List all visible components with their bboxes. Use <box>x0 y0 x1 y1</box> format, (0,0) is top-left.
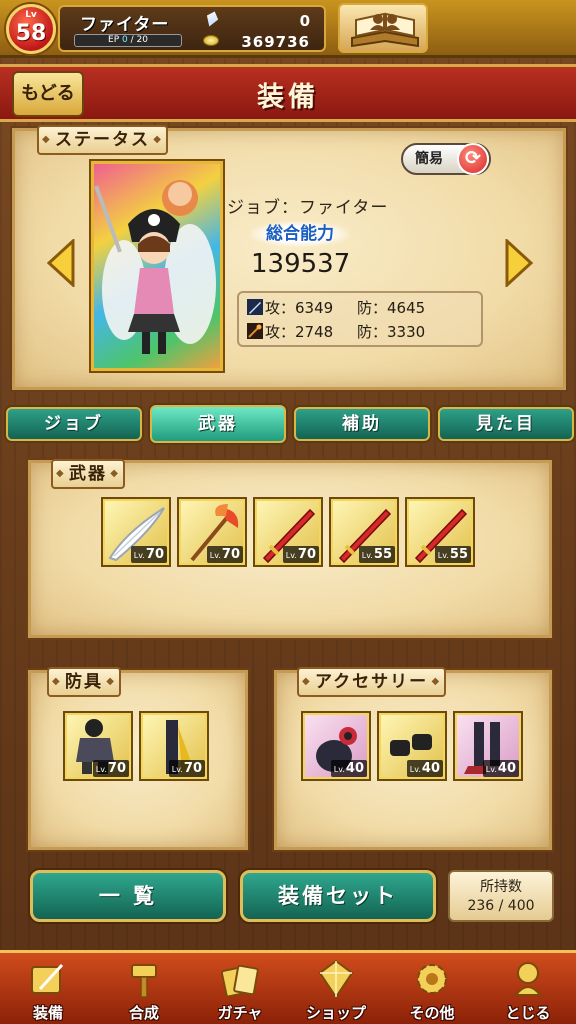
simple-view-toggle[interactable]: 簡易 ⟳ <box>401 143 491 175</box>
close-icon <box>513 962 543 996</box>
nav-close[interactable]: とじる <box>480 953 576 1024</box>
page-title: 装備 <box>257 82 319 113</box>
simple-label: 簡易 <box>415 151 443 167</box>
player-level-badge: Lv 58 <box>6 4 56 54</box>
sword-icon <box>247 299 263 315</box>
friend-book-icon <box>351 12 419 48</box>
nav-other[interactable]: その他 <box>384 953 480 1024</box>
friend-book-button[interactable] <box>338 3 428 53</box>
status-section-label: ステータス <box>37 125 168 155</box>
weapon-level-badge: Lv.55 <box>434 546 471 563</box>
accessory-slot-3[interactable]: Lv.40 <box>453 711 523 781</box>
player-info-panel: ファイター EP 0 / 20 0 369736 <box>58 5 326 52</box>
stat-box: 攻：6349 防：4645 攻：2748 防：3330 <box>237 291 483 347</box>
owned-count-label: 所持数 <box>480 879 522 895</box>
accessory-slot-2[interactable]: Lv.40 <box>377 711 447 781</box>
weapon-level-badge: Lv.70 <box>282 546 319 563</box>
tab-appearance[interactable]: 見た目 <box>438 407 574 441</box>
level-value: 58 <box>15 21 47 46</box>
physical-defense: 防：4645 <box>357 299 426 317</box>
weapon-slot-2[interactable]: Lv.70 <box>177 497 247 567</box>
armor-level-badge: Lv.70 <box>168 760 205 777</box>
total-power-label: 総合能力 <box>250 221 350 247</box>
hud-job-name: ファイター <box>80 15 170 35</box>
weapon-level-badge: Lv.55 <box>358 546 395 563</box>
job-line: ジョブ：ファイター <box>227 198 389 218</box>
nav-gacha[interactable]: ガチャ <box>192 953 288 1024</box>
weapon-level-badge: Lv.70 <box>206 546 243 563</box>
top-hud: Lv 58 ファイター EP 0 / 20 0 369736 <box>0 0 576 58</box>
armor-level-badge: Lv.70 <box>92 760 129 777</box>
weapon-slot-3[interactable]: Lv.70 <box>253 497 323 567</box>
hammer-icon <box>131 964 157 998</box>
character-avatar-icon <box>94 180 216 354</box>
armor-slot-1[interactable]: Lv.70 <box>63 711 133 781</box>
nav-equip[interactable]: 装備 <box>0 953 96 1024</box>
ep-max: / 20 <box>130 35 148 45</box>
tab-support[interactable]: 補助 <box>294 407 430 441</box>
equipment-set-button[interactable]: 装備セット <box>240 870 436 922</box>
equip-icon <box>31 963 64 994</box>
tab-job[interactable]: ジョブ <box>6 407 142 441</box>
weapon-slot-4[interactable]: Lv.55 <box>329 497 399 567</box>
tab-weapon[interactable]: 武器 <box>150 405 286 443</box>
weapon-panel: 武器 Lv.70 Lv.70 Lv.70 Lv.55 <box>28 459 552 638</box>
accessory-section-label: アクセサリー <box>297 667 447 697</box>
nav-synthesis-label: 合成 <box>128 1004 159 1022</box>
weapon-slot-1[interactable]: Lv.70 <box>101 497 171 567</box>
accessory-level-badge: Lv.40 <box>406 760 443 777</box>
accessory-level-badge: Lv.40 <box>330 760 367 777</box>
crystal-shop-icon <box>318 959 354 999</box>
weapon-slot-5[interactable]: Lv.55 <box>405 497 475 567</box>
refresh-icon: ⟳ <box>457 143 489 175</box>
gacha-icon <box>220 964 259 998</box>
staff-icon <box>247 323 263 339</box>
accessory-slot-1[interactable]: Lv.40 <box>301 711 371 781</box>
owned-count-box: 所持数 236 / 400 <box>448 870 554 922</box>
crystal-count: 0 <box>299 12 310 30</box>
gold-count: 369736 <box>241 33 310 51</box>
accessory-level-badge: Lv.40 <box>482 760 519 777</box>
nav-shop[interactable]: ショップ <box>288 953 384 1024</box>
weapon-section-label: 武器 <box>51 459 125 489</box>
character-portrait <box>91 161 223 371</box>
nav-shop-label: ショップ <box>305 1004 366 1022</box>
nav-other-label: その他 <box>409 1004 455 1022</box>
weapon-level-badge: Lv.70 <box>130 546 167 563</box>
nav-gacha-label: ガチャ <box>217 1004 263 1022</box>
ep-label: EP <box>108 35 120 45</box>
bottom-navigation: 装備 合成 ガチャ ショップ その他 とじる <box>0 950 576 1024</box>
physical-attack: 攻：6349 <box>265 299 334 317</box>
armor-section-label: 防具 <box>47 667 121 697</box>
magic-defense: 防：3330 <box>357 323 426 341</box>
total-power-value: 139537 <box>251 249 351 279</box>
next-character-arrow[interactable] <box>503 239 535 287</box>
armor-panel: 防具 Lv.70 Lv.70 <box>28 667 248 850</box>
nav-close-label: とじる <box>505 1004 551 1022</box>
nav-synthesis[interactable]: 合成 <box>96 953 192 1024</box>
gear-icon <box>417 964 447 994</box>
level-label: Lv <box>25 10 37 20</box>
armor-slot-2[interactable]: Lv.70 <box>139 711 209 781</box>
owned-count-value: 236 / 400 <box>467 898 535 914</box>
page-header: もどる 装備 <box>0 64 576 122</box>
accessory-panel: アクセサリー Lv.40 Lv.40 Lv.40 <box>274 667 552 850</box>
gold-coin-icon <box>203 35 219 46</box>
magic-stat-row: 攻：2748 防：3330 <box>247 321 425 343</box>
nav-equip-label: 装備 <box>32 1004 63 1022</box>
ep-bar: EP 0 / 20 <box>74 34 182 47</box>
ep-current: 0 <box>122 35 128 45</box>
crystal-icon <box>204 9 221 28</box>
list-button[interactable]: 一 覧 <box>30 870 226 922</box>
status-panel: ステータス 簡易 ⟳ ジョブ：ファイター 総合能力 139537 <box>12 125 566 390</box>
physical-stat-row: 攻：6349 防：4645 <box>247 297 425 319</box>
magic-attack: 攻：2748 <box>265 323 334 341</box>
previous-character-arrow[interactable] <box>45 239 77 287</box>
